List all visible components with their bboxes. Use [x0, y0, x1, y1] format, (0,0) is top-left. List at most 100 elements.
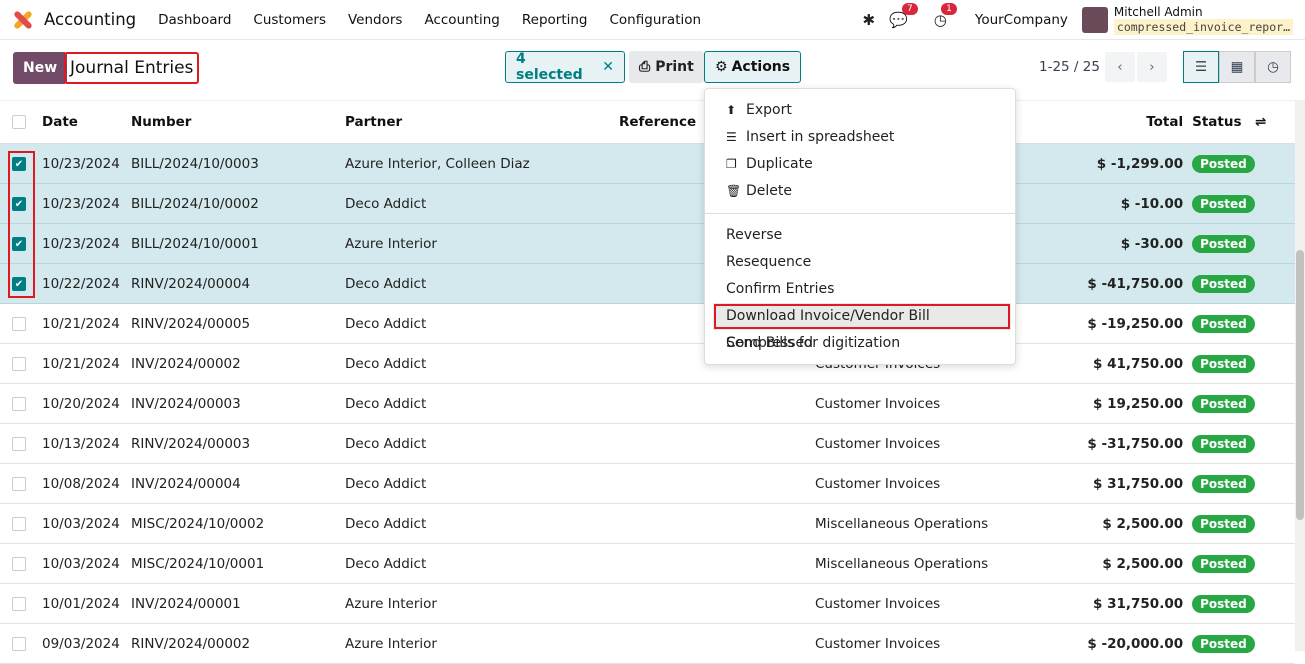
table-row[interactable]: ✔ 10/23/2024 BILL/2024/10/0002 Deco Addi…	[0, 183, 1295, 224]
col-status[interactable]: Status	[1192, 100, 1255, 144]
status-badge: Posted	[1192, 474, 1255, 493]
scrollbar[interactable]	[1295, 100, 1305, 651]
cell-status: Posted	[1192, 623, 1255, 664]
menu-reporting[interactable]: Reporting	[522, 12, 588, 28]
menu-accounting[interactable]: Accounting	[424, 12, 499, 28]
col-total[interactable]: Total	[1087, 100, 1193, 144]
list-icon: ☰	[726, 130, 737, 144]
list-view-button[interactable]: ☰	[1183, 51, 1219, 83]
cell-partner: Deco Addict	[345, 383, 619, 424]
messages-icon[interactable]: 💬 7	[889, 2, 918, 29]
table-row[interactable]: 10/20/2024 INV/2024/00003 Deco Addict Cu…	[0, 383, 1295, 424]
row-checkbox[interactable]	[12, 556, 26, 571]
status-badge: Posted	[1192, 154, 1255, 173]
row-checkbox[interactable]	[12, 596, 26, 611]
pager-previous-button[interactable]: ‹	[1105, 52, 1135, 82]
table-row[interactable]: ✔ 10/22/2024 RINV/2024/00004 Deco Addict…	[0, 263, 1295, 304]
cell-partner: Azure Interior	[345, 583, 619, 624]
col-partner[interactable]: Partner	[345, 100, 619, 144]
new-button[interactable]: New	[13, 52, 68, 84]
row-checkbox[interactable]	[12, 636, 26, 651]
app-name[interactable]: Accounting	[44, 10, 136, 29]
table-row[interactable]: 10/21/2024 INV/2024/00002 Deco Addict Cu…	[0, 343, 1295, 384]
menu-item-reverse[interactable]: Reverse	[705, 222, 1015, 249]
cell-number: RINV/2024/00003	[131, 423, 345, 464]
table-row[interactable]: 10/03/2024 MISC/2024/10/0002 Deco Addict…	[0, 503, 1295, 544]
col-number[interactable]: Number	[131, 100, 345, 144]
avatar[interactable]	[1081, 6, 1108, 33]
activity-view-button[interactable]: ◷	[1255, 51, 1291, 83]
cell-total: $ 31,750.00	[1087, 583, 1193, 624]
cell-date: 10/23/2024	[42, 183, 131, 224]
cell-journal: Miscellaneous Operations	[782, 503, 1087, 544]
menu-item-export[interactable]: ⬆ Export	[705, 97, 1015, 124]
menu-configuration[interactable]: Configuration	[610, 12, 702, 28]
table-row[interactable]: ✔ 10/23/2024 BILL/2024/10/0003 Azure Int…	[0, 143, 1295, 184]
row-checkbox[interactable]	[12, 356, 26, 371]
menu-vendors[interactable]: Vendors	[348, 12, 402, 28]
user-menu[interactable]: Mitchell Admin compressed_invoice_repor…	[1113, 5, 1293, 35]
row-checkbox[interactable]	[12, 396, 26, 411]
activity-clock-icon[interactable]: ◷ 1	[934, 2, 957, 29]
row-checkbox[interactable]	[12, 316, 26, 331]
status-badge: Posted	[1192, 594, 1255, 613]
company-switcher[interactable]: YourCompany	[975, 12, 1068, 28]
actions-button[interactable]: ⚙ Actions	[704, 51, 802, 83]
menu-item-download-compressed[interactable]: Download Invoice/Vendor Bill Compressed	[713, 303, 1011, 351]
control-panel: New Journal Entries 4 selected ✕ ⎙ Print ⚙…	[0, 40, 1305, 100]
table-row[interactable]: 10/21/2024 RINV/2024/00005 Deco Addict $…	[0, 303, 1295, 344]
select-all-checkbox[interactable]	[12, 115, 26, 129]
pager-next-button[interactable]: ›	[1137, 52, 1167, 82]
table-row[interactable]: 10/08/2024 INV/2024/00004 Deco Addict Cu…	[0, 463, 1295, 504]
print-button[interactable]: ⎙ Print	[629, 51, 704, 83]
row-checkbox[interactable]	[12, 476, 26, 491]
row-checkbox[interactable]	[12, 436, 26, 451]
cell-partner: Deco Addict	[345, 263, 619, 304]
cell-partner: Deco Addict	[345, 503, 619, 544]
debug-bug-icon[interactable]: ✱	[863, 11, 876, 29]
status-badge: Posted	[1192, 234, 1255, 253]
status-badge: Posted	[1192, 634, 1255, 653]
divider	[705, 213, 1015, 214]
status-badge: Posted	[1192, 394, 1255, 413]
optional-columns-toggle-icon[interactable]: ⇌	[1255, 100, 1295, 144]
cell-number: MISC/2024/10/0002	[131, 503, 345, 544]
row-checkbox[interactable]	[12, 516, 26, 531]
print-label: Print	[655, 59, 694, 75]
print-icon: ⎙	[639, 59, 651, 75]
cell-partner: Azure Interior	[345, 223, 619, 264]
cell-reference	[619, 463, 782, 504]
label: Duplicate	[746, 156, 813, 172]
cell-total: $ -20,000.00	[1087, 623, 1193, 664]
app-logo-icon[interactable]	[12, 9, 34, 31]
menu-item-insert-spreadsheet[interactable]: ☰ Insert in spreadsheet	[705, 124, 1015, 151]
kanban-view-button[interactable]: ▦	[1219, 51, 1255, 83]
pager-value[interactable]: 1-25 / 25	[1039, 59, 1100, 75]
table-row[interactable]: ✔ 10/23/2024 BILL/2024/10/0001 Azure Int…	[0, 223, 1295, 264]
table-row[interactable]: 10/03/2024 MISC/2024/10/0001 Deco Addict…	[0, 543, 1295, 584]
label: Export	[746, 102, 792, 118]
label: Insert in spreadsheet	[746, 129, 895, 145]
menu-item-confirm-entries[interactable]: Confirm Entries	[705, 276, 1015, 303]
menu-item-delete[interactable]: 🗑 Delete	[705, 178, 1015, 205]
cell-total: $ 2,500.00	[1087, 543, 1193, 584]
scrollbar-thumb[interactable]	[1296, 250, 1304, 520]
col-date[interactable]: Date	[42, 100, 131, 144]
menu-dashboard[interactable]: Dashboard	[158, 12, 231, 28]
menu-item-send-bills-digitization[interactable]: Send Bills for digitization	[705, 330, 1015, 357]
cell-number: BILL/2024/10/0001	[131, 223, 345, 264]
cell-total: $ 2,500.00	[1087, 503, 1193, 544]
menu-item-duplicate[interactable]: ❐ Duplicate	[705, 151, 1015, 178]
cell-partner: Deco Addict	[345, 463, 619, 504]
menu-customers[interactable]: Customers	[253, 12, 326, 28]
cell-number: INV/2024/00004	[131, 463, 345, 504]
menu-item-resequence[interactable]: Resequence	[705, 249, 1015, 276]
unselect-close-icon[interactable]: ✕	[602, 59, 614, 75]
selection-badge[interactable]: 4 selected ✕	[505, 51, 625, 83]
label: Delete	[746, 183, 792, 199]
table-row[interactable]: 09/03/2024 RINV/2024/00002 Azure Interio…	[0, 623, 1295, 664]
table-row[interactable]: 10/13/2024 RINV/2024/00003 Deco Addict C…	[0, 423, 1295, 464]
table-row[interactable]: 10/01/2024 INV/2024/00001 Azure Interior…	[0, 583, 1295, 624]
cell-date: 10/20/2024	[42, 383, 131, 424]
cell-date: 10/23/2024	[42, 223, 131, 264]
